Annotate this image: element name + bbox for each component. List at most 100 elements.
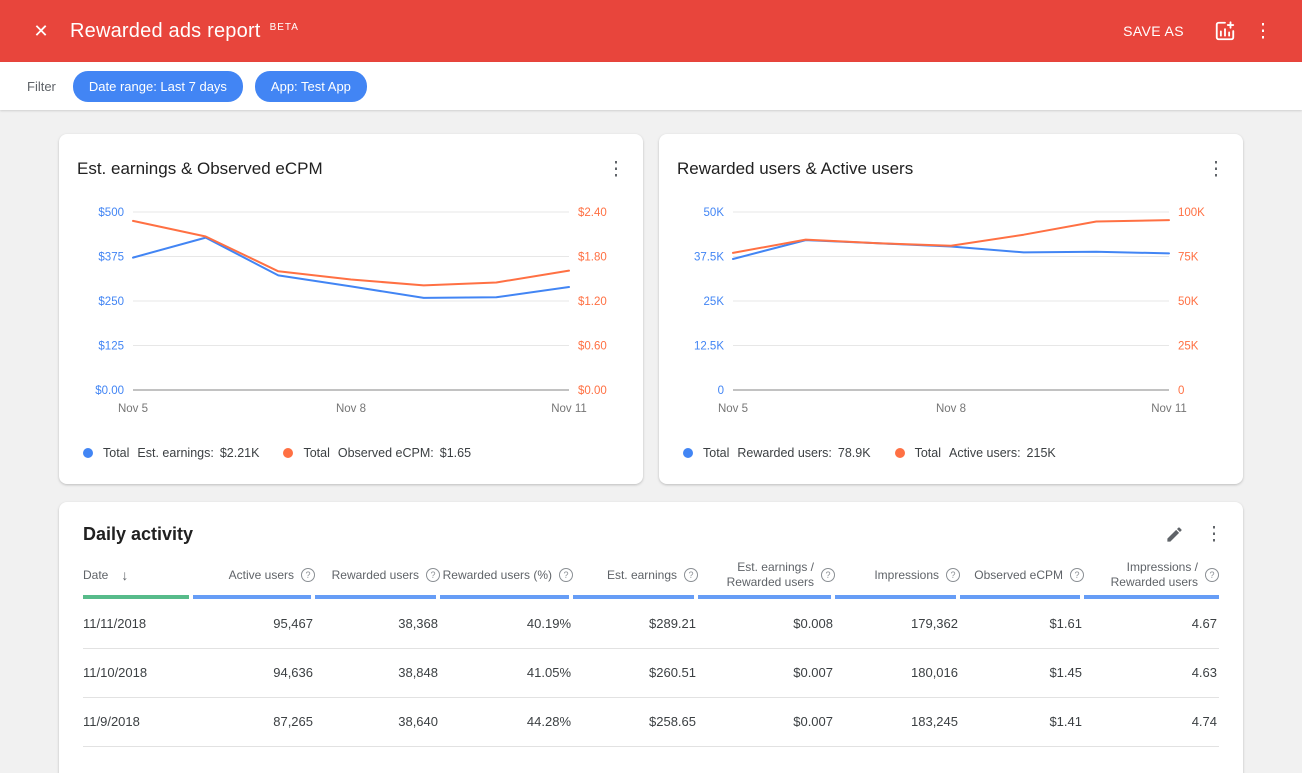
column-header-est-earnings[interactable]: Est. earnings ? [573, 553, 698, 599]
page-title: Rewarded ads report [70, 20, 261, 43]
filter-chip-app[interactable]: App: Test App [255, 71, 367, 102]
svg-text:$250: $250 [98, 296, 124, 308]
table-overflow-menu-button[interactable]: ⋮ [1197, 517, 1231, 551]
cell-observed-ecpm: $1.41 [960, 697, 1084, 746]
help-icon[interactable]: ? [946, 568, 960, 582]
header-overflow-menu-button[interactable]: ⋮ [1244, 12, 1282, 50]
column-header-rewarded-users[interactable]: Rewarded users ? [315, 553, 440, 599]
svg-text:$2.40: $2.40 [578, 207, 607, 219]
svg-text:Nov 11: Nov 11 [551, 403, 587, 415]
cell-observed-ecpm: $1.45 [960, 648, 1084, 697]
legend-item-active-users: Total Active users: 215K [895, 446, 1056, 460]
svg-text:$500: $500 [98, 207, 124, 219]
svg-text:0: 0 [1178, 385, 1184, 397]
help-icon[interactable]: ? [559, 568, 573, 582]
column-header-impressions-per-rewarded-user[interactable]: Impressions / Rewarded users ? [1084, 553, 1219, 599]
svg-text:25K: 25K [704, 296, 725, 308]
save-as-button[interactable]: SAVE AS [1123, 23, 1184, 39]
svg-text:$375: $375 [98, 252, 124, 264]
column-header-active-users[interactable]: Active users ? [193, 553, 315, 599]
daily-activity-header: Daily activity ⋮ [59, 502, 1243, 553]
help-icon[interactable]: ? [301, 568, 315, 582]
cell-rewarded-users: 38,368 [315, 599, 440, 648]
filter-bar: Filter Date range: Last 7 days App: Test… [0, 62, 1302, 110]
help-icon[interactable]: ? [684, 568, 698, 582]
svg-text:50K: 50K [1178, 296, 1199, 308]
overflow-menu-icon: ⋮ [607, 160, 626, 179]
help-icon[interactable]: ? [1205, 568, 1219, 582]
cell-earnings-per-rewarded-user: $0.007 [698, 648, 835, 697]
svg-text:Nov 5: Nov 5 [118, 403, 148, 415]
svg-text:75K: 75K [1178, 252, 1199, 264]
cell-earnings-per-rewarded-user: $0.008 [698, 599, 835, 648]
svg-text:37.5K: 37.5K [694, 252, 724, 264]
legend-dot-blue-icon [683, 448, 693, 458]
cell-est-earnings: $260.51 [573, 648, 698, 697]
card-header: Est. earnings & Observed eCPM ⋮ [59, 134, 643, 190]
add-chart-icon [1214, 20, 1236, 42]
cell-est-earnings: $289.21 [573, 599, 698, 648]
cell-rewarded-users-pct: 41.05% [440, 648, 573, 697]
cell-active-users: 95,467 [193, 599, 315, 648]
earnings-chart-overflow-menu-button[interactable]: ⋮ [599, 152, 633, 186]
cell-date: 11/11/2018 [83, 599, 193, 648]
table-row-partial [83, 746, 1219, 773]
legend-item-est-earnings: Total Est. earnings: $2.21K [83, 446, 259, 460]
cell-date: 11/9/2018 [83, 697, 193, 746]
card-header: Rewarded users & Active users ⋮ [659, 134, 1243, 190]
help-icon[interactable]: ? [426, 568, 440, 582]
users-chart-overflow-menu-button[interactable]: ⋮ [1199, 152, 1233, 186]
cell-active-users: 87,265 [193, 697, 315, 746]
cell-rewarded-users: 38,848 [315, 648, 440, 697]
svg-text:100K: 100K [1178, 207, 1205, 219]
column-header-earnings-per-rewarded-user[interactable]: Est. earnings / Rewarded users ? [698, 553, 835, 599]
help-icon[interactable]: ? [1070, 568, 1084, 582]
help-icon[interactable]: ? [821, 568, 835, 582]
close-icon: ✕ [33, 22, 48, 40]
earnings-chart-legend: Total Est. earnings: $2.21K Total Observ… [59, 434, 643, 476]
overflow-menu-icon: ⋮ [1254, 22, 1273, 41]
svg-text:Nov 11: Nov 11 [1151, 403, 1187, 415]
cell-observed-ecpm: $1.61 [960, 599, 1084, 648]
legend-item-rewarded-users: Total Rewarded users: 78.9K [683, 446, 871, 460]
filter-chip-date-range[interactable]: Date range: Last 7 days [73, 71, 243, 102]
cell-impressions: 183,245 [835, 697, 960, 746]
beta-badge: BETA [270, 22, 299, 33]
svg-text:0: 0 [718, 385, 724, 397]
column-header-rewarded-users-pct[interactable]: Rewarded users (%) ? [440, 553, 573, 599]
svg-text:12.5K: 12.5K [694, 341, 724, 353]
table-row: 11/9/2018 87,265 38,640 44.28% $258.65 $… [83, 697, 1219, 746]
earnings-ecpm-chart: $500$2.40$375$1.80$250$1.20$125$0.60$0.0… [59, 190, 643, 434]
column-header-impressions[interactable]: Impressions ? [835, 553, 960, 599]
cell-earnings-per-rewarded-user: $0.007 [698, 697, 835, 746]
overflow-menu-icon: ⋮ [1205, 525, 1224, 544]
svg-text:$0.00: $0.00 [578, 385, 607, 397]
cell-impressions-per-rewarded-user: 4.67 [1084, 599, 1219, 648]
daily-activity-table: Date ↓ Active users ? Rewarded users ? [83, 553, 1219, 773]
earnings-ecpm-chart-title: Est. earnings & Observed eCPM [77, 159, 323, 179]
cell-impressions-per-rewarded-user: 4.63 [1084, 648, 1219, 697]
filter-label: Filter [27, 79, 56, 94]
overflow-menu-icon: ⋮ [1207, 160, 1226, 179]
rewarded-active-users-chart-title: Rewarded users & Active users [677, 159, 913, 179]
cell-rewarded-users-pct: 40.19% [440, 599, 573, 648]
svg-text:Nov 5: Nov 5 [718, 403, 748, 415]
column-header-date[interactable]: Date ↓ [83, 553, 193, 599]
svg-text:25K: 25K [1178, 341, 1199, 353]
add-chart-button[interactable] [1206, 12, 1244, 50]
legend-dot-orange-icon [895, 448, 905, 458]
sort-descending-icon[interactable]: ↓ [121, 567, 128, 583]
legend-dot-blue-icon [83, 448, 93, 458]
close-button[interactable]: ✕ [22, 12, 60, 50]
cell-rewarded-users-pct: 44.28% [440, 697, 573, 746]
cell-active-users: 94,636 [193, 648, 315, 697]
svg-text:$0.60: $0.60 [578, 341, 607, 353]
column-header-observed-ecpm[interactable]: Observed eCPM ? [960, 553, 1084, 599]
svg-text:Nov 8: Nov 8 [336, 403, 366, 415]
cell-date: 11/10/2018 [83, 648, 193, 697]
edit-icon [1165, 525, 1184, 544]
edit-button[interactable] [1157, 517, 1191, 551]
svg-text:Nov 8: Nov 8 [936, 403, 966, 415]
cell-empty [83, 746, 1219, 773]
rewarded-active-users-card: Rewarded users & Active users ⋮ 50K 100K 3… [659, 134, 1243, 484]
